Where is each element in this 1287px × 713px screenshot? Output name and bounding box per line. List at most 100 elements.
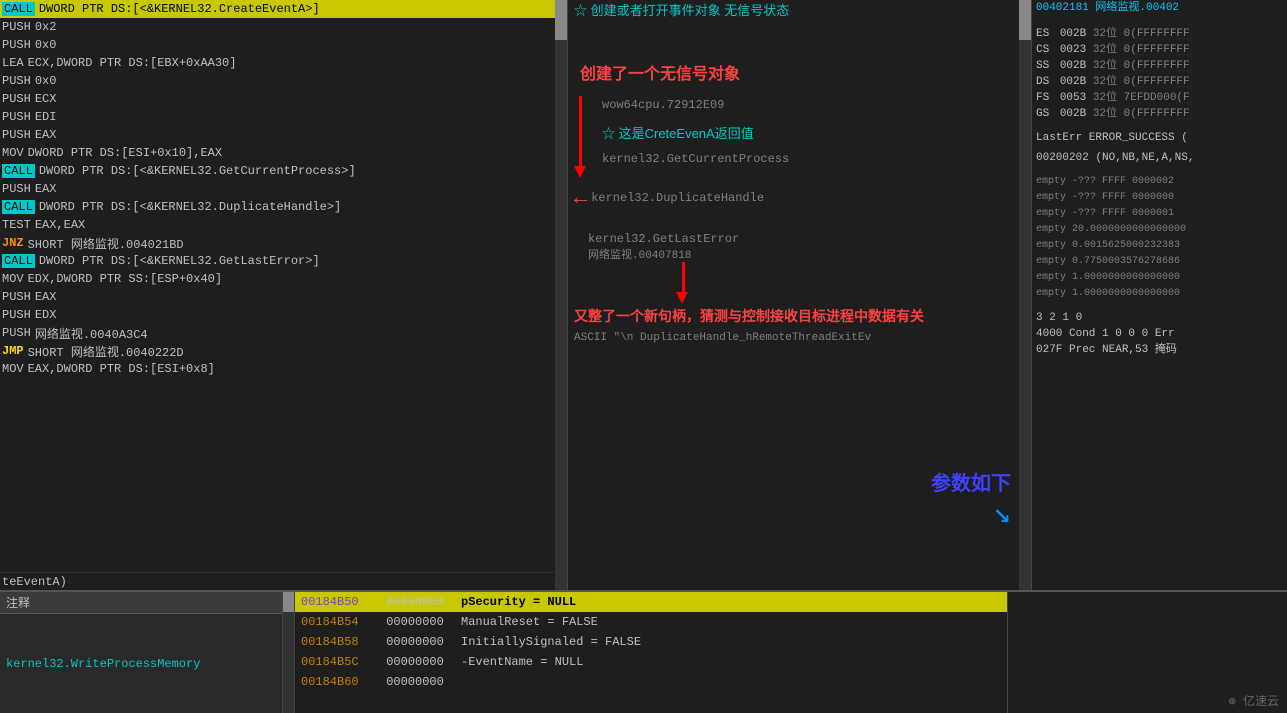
reg-fs-bits: 32位 bbox=[1086, 92, 1123, 104]
disasm-line-7[interactable]: PUSH EAX bbox=[0, 126, 567, 144]
disasm-line-15[interactable]: MOV EDX,DWORD PTR SS:[ESP+0x40] bbox=[0, 270, 567, 288]
arrow-tip-1 bbox=[574, 166, 586, 178]
reg-empty-3: empty -??? FFFF 0000001 bbox=[1036, 206, 1283, 222]
disasm-line-6[interactable]: PUSH EDI bbox=[0, 108, 567, 126]
mem-row-2[interactable]: 00184B58 00000000 InitiallySignaled = FA… bbox=[295, 632, 1007, 652]
wangjian-text: 网络监视.00407818 bbox=[588, 246, 691, 262]
reg-gs-name: GS bbox=[1036, 108, 1056, 120]
mem-row-1[interactable]: 00184B54 00000000 ManualReset = FALSE bbox=[295, 612, 1007, 632]
reg-ds-bits: 32位 bbox=[1086, 76, 1123, 88]
bottom-left-panel: 注释 kernel32.WriteProcessMemory bbox=[0, 592, 283, 713]
notes-content[interactable]: kernel32.WriteProcessMemory bbox=[0, 614, 282, 713]
big-comment-2: 又整了一个新句柄，猜测与控制接收目标进程中数据有关 bbox=[568, 304, 1031, 329]
memory-table: 00184B50 00000000 pSecurity = NULL 00184… bbox=[295, 592, 1007, 692]
mnemonic-12: TEST bbox=[2, 218, 31, 232]
disasm-panel[interactable]: CALL DWORD PTR DS:[<&KERNEL32.CreateEven… bbox=[0, 0, 568, 590]
main-container: CALL DWORD PTR DS:[<&KERNEL32.CreateEven… bbox=[0, 0, 1287, 713]
reg-gs: GS 002B 32位 0(FFFFFFFF bbox=[1036, 106, 1283, 122]
operands-3: ECX,DWORD PTR DS:[EBX+0xAA30] bbox=[28, 56, 237, 70]
disasm-line-11[interactable]: CALL DWORD PTR DS:[<&KERNEL32.DuplicateH… bbox=[0, 198, 567, 216]
disasm-line-14[interactable]: CALL DWORD PTR DS:[<&KERNEL32.GetLastErr… bbox=[0, 252, 567, 270]
disasm-line-17[interactable]: PUSH EDX bbox=[0, 306, 567, 324]
comment-scrollbar[interactable] bbox=[1019, 0, 1031, 590]
operands-12: EAX,EAX bbox=[35, 218, 85, 232]
big-comment-3-text: 参数如下 bbox=[931, 467, 1011, 496]
arrow-tip-2 bbox=[676, 292, 688, 304]
mem-hex-0: 00000000 bbox=[375, 592, 455, 612]
mnemonic-19: JMP bbox=[2, 344, 24, 358]
reg-ss: SS 002B 32位 0(FFFFFFFF bbox=[1036, 58, 1283, 74]
mnemonic-5: PUSH bbox=[2, 92, 31, 106]
reg-fs-name: FS bbox=[1036, 92, 1056, 104]
notes-link[interactable]: kernel32.WriteProcessMemory bbox=[6, 657, 200, 671]
lasterr-text: LastErr ERROR_SUCCESS ( bbox=[1036, 132, 1188, 144]
disasm-scrollbar[interactable] bbox=[555, 0, 567, 590]
disasm-line-2[interactable]: PUSH 0x0 bbox=[0, 36, 567, 54]
creteevena-text: ☆ 这是CreteEvenA返回值 bbox=[602, 123, 754, 142]
reg-empty-6: empty 0.7750003576278686 bbox=[1036, 254, 1283, 270]
operands-18: 网络监视.0040A3C4 bbox=[35, 325, 148, 342]
reg-ss-val: 002B bbox=[1060, 60, 1086, 72]
getlasterror-text: kernel32.GetLastError bbox=[588, 232, 739, 246]
disasm-line-10[interactable]: PUSH EAX bbox=[0, 180, 567, 198]
reg-spacer-5 bbox=[1036, 302, 1283, 310]
reg-cs-name: CS bbox=[1036, 44, 1056, 56]
bottom-left-scrollbar-thumb[interactable] bbox=[283, 592, 294, 612]
reg-flags: 00200202 (NO,NB,NE,A,NS, bbox=[1036, 150, 1283, 166]
comment-0: ☆ 创建或者打开事件对象 无信号状态 bbox=[574, 0, 789, 19]
mem-row-4[interactable]: 00184B60 00000000 bbox=[295, 672, 1007, 692]
reg-cs: CS 0023 32位 0(FFFFFFFF bbox=[1036, 42, 1283, 58]
disasm-line-9[interactable]: CALL DWORD PTR DS:[<&KERNEL32.GetCurrent… bbox=[0, 162, 567, 180]
disasm-line-19[interactable]: JMP SHORT 网络监视.0040222D bbox=[0, 342, 567, 360]
disasm-line-13[interactable]: JNZ SHORT 网络监视.004021BD bbox=[0, 234, 567, 252]
reg-empty-5: empty 0.0015625000232383 bbox=[1036, 238, 1283, 254]
disasm-line-1[interactable]: PUSH 0x2 bbox=[0, 18, 567, 36]
mnemonic-8: MOV bbox=[2, 146, 24, 160]
disasm-line-3[interactable]: LEA ECX,DWORD PTR DS:[EBX+0xAA30] bbox=[0, 54, 567, 72]
disasm-line-4[interactable]: PUSH 0x0 bbox=[0, 72, 567, 90]
reg-es: ES 002B 32位 0(FFFFFFFF bbox=[1036, 26, 1283, 42]
reg-es-bits: 32位 bbox=[1086, 28, 1123, 40]
mem-ascii-3: -EventName = NULL bbox=[455, 652, 1007, 672]
reg-es-extra: 0(FFFFFFFF bbox=[1124, 28, 1190, 40]
bottom-middle-panel: 00184B50 00000000 pSecurity = NULL 00184… bbox=[295, 592, 1007, 713]
mnemonic-17: PUSH bbox=[2, 308, 31, 322]
operands-6: EDI bbox=[35, 110, 57, 124]
getcurrentprocess-text: kernel32.GetCurrentProcess bbox=[602, 152, 789, 166]
reg-empty-4: empty 20.0000000000000000 bbox=[1036, 222, 1283, 238]
mem-addr-0: 00184B50 bbox=[295, 592, 375, 612]
arrow-line-1 bbox=[579, 96, 582, 166]
disasm-line-20[interactable]: MOV EAX,DWORD PTR DS:[ESI+0x8] bbox=[0, 360, 567, 378]
reg-lasterr: LastErr ERROR_SUCCESS ( bbox=[1036, 130, 1283, 146]
disasm-line-8[interactable]: MOV DWORD PTR DS:[ESI+0x10],EAX bbox=[0, 144, 567, 162]
reg-ss-name: SS bbox=[1036, 60, 1056, 72]
mnemonic-16: PUSH bbox=[2, 290, 31, 304]
mnemonic-3: LEA bbox=[2, 56, 24, 70]
operands-11: DWORD PTR DS:[<&KERNEL32.DuplicateHandle… bbox=[39, 200, 341, 214]
mem-ascii-1: ManualReset = FALSE bbox=[455, 612, 1007, 632]
disasm-line-16[interactable]: PUSH EAX bbox=[0, 288, 567, 306]
mem-hex-2: 00000000 bbox=[375, 632, 455, 652]
mem-ascii-0: pSecurity = NULL bbox=[455, 592, 1007, 612]
reg-ds-extra: 0(FFFFFFFF bbox=[1124, 76, 1190, 88]
comment-scrollbar-thumb[interactable] bbox=[1019, 0, 1031, 40]
mem-row-3[interactable]: 00184B5C 00000000 -EventName = NULL bbox=[295, 652, 1007, 672]
disasm-line-0[interactable]: CALL DWORD PTR DS:[<&KERNEL32.CreateEven… bbox=[0, 0, 567, 18]
disasm-line-5[interactable]: PUSH ECX bbox=[0, 90, 567, 108]
mem-row-0[interactable]: 00184B50 00000000 pSecurity = NULL bbox=[295, 592, 1007, 612]
mnemonic-1: PUSH bbox=[2, 20, 31, 34]
watermark: ⊕ 亿速云 bbox=[1229, 692, 1279, 709]
wangjian-line: 网络监视.00407818 bbox=[588, 246, 691, 262]
wow-text: wow64cpu.72912E09 bbox=[602, 98, 724, 112]
arrow-left-area: ← kernel32.DuplicateHandle bbox=[568, 178, 1031, 214]
big-comment-1: 创建了一个无信号对象 bbox=[568, 54, 1031, 92]
comment-wow: wow64cpu.72912E09 bbox=[596, 96, 789, 114]
blue-arrow-icon: ↘ bbox=[993, 500, 1011, 530]
disasm-line-12[interactable]: TEST EAX,EAX bbox=[0, 216, 567, 234]
arrow-down-area-2: kernel32.GetLastError 网络监视.00407818 bbox=[568, 232, 1031, 262]
bottom-left-scrollbar[interactable] bbox=[283, 592, 295, 713]
top-section: CALL DWORD PTR DS:[<&KERNEL32.CreateEven… bbox=[0, 0, 1287, 590]
disasm-line-18[interactable]: PUSH 网络监视.0040A3C4 bbox=[0, 324, 567, 342]
ascii-comment-line: ASCII "\n DuplicateHandle_hRemoteThreadE… bbox=[568, 329, 1031, 347]
reg-cs-bits: 32位 bbox=[1086, 44, 1123, 56]
